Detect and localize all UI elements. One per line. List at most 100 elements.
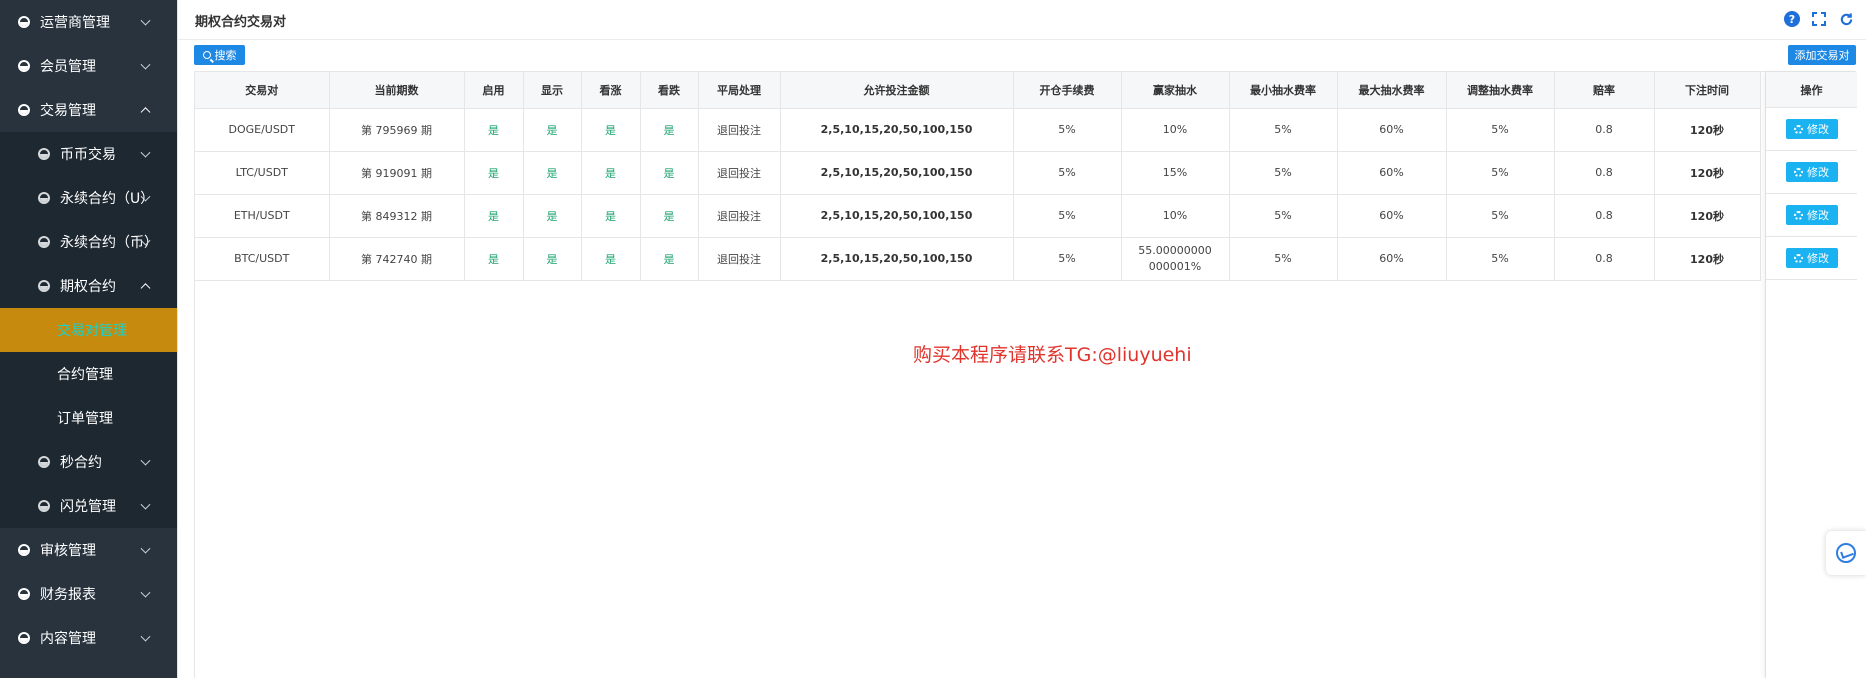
chevron-down-icon (140, 587, 151, 598)
column-header[interactable]: 看跌 (640, 72, 699, 109)
page-title: 期权合约交易对 (195, 15, 287, 30)
menu-icon (38, 192, 50, 204)
column-header[interactable]: 最大抽水费率 (1337, 72, 1447, 109)
sidebar-item-spot[interactable]: 币币交易 (0, 132, 177, 176)
chevron-up-icon (140, 107, 151, 118)
add-pair-button[interactable]: 添加交易对 (1788, 45, 1856, 65)
sidebar-item-label: 闪兑管理 (60, 499, 116, 515)
sidebar-item-second-contract[interactable]: 秒合约 (0, 440, 177, 484)
period-cell: 第 795969 期 (329, 108, 465, 152)
sidebar-item-label: 审核管理 (40, 543, 96, 559)
period-cell: 第 742740 期 (329, 237, 465, 281)
sidebar-item-members[interactable]: 会员管理 (0, 44, 177, 88)
min-rate-cell: 5% (1229, 237, 1338, 281)
sidebar-item-label: 交易对管理 (57, 323, 127, 339)
adj-rate-cell: 5% (1446, 237, 1555, 281)
sidebar-item-contracts[interactable]: 合约管理 (0, 352, 177, 396)
column-header[interactable]: 最小抽水费率 (1229, 72, 1338, 109)
adj-rate-cell: 5% (1446, 194, 1555, 238)
menu-icon (18, 632, 30, 644)
sidebar-item-label: 永续合约（U） (60, 191, 155, 207)
edit-button-label: 修改 (1807, 209, 1829, 222)
chevron-down-icon (140, 543, 151, 554)
column-header[interactable]: 调整抽水费率 (1446, 72, 1555, 109)
column-header[interactable]: 看涨 (581, 72, 641, 109)
menu-icon (18, 588, 30, 600)
sidebar-item-trading[interactable]: 交易管理 (0, 88, 177, 132)
min-rate-cell: 5% (1229, 194, 1338, 238)
enabled-cell: 是 (464, 108, 524, 152)
column-header: 操作 (1766, 72, 1857, 108)
fullscreen-icon[interactable] (1811, 11, 1827, 27)
help-icon[interactable]: ? (1784, 11, 1800, 27)
fee-cell: 5% (1013, 194, 1122, 238)
max-rate-cell: 60% (1337, 151, 1447, 195)
edit-button[interactable]: 修改 (1785, 162, 1838, 182)
ops-cell: 修改 (1766, 194, 1857, 237)
sidebar-item-orders[interactable]: 订单管理 (0, 396, 177, 440)
column-header[interactable]: 当前期数 (329, 72, 465, 109)
watermark-text: 购买本程序请联系TG:@liuyuehi (913, 344, 1192, 366)
sidebar-item-operators[interactable]: 运营商管理 (0, 0, 177, 44)
main-panel: 期权合约交易对 ? 搜索 添加交易对 交易对 当前期数 启用 显示 看涨 看跌 … (177, 0, 1866, 678)
column-header[interactable]: 开仓手续费 (1013, 72, 1122, 109)
sidebar: 运营商管理 会员管理 交易管理 币币交易 永续合约（U） 永续合约（币） 期权合… (0, 0, 177, 678)
sidebar-item-label: 币币交易 (60, 147, 116, 163)
sidebar-item-content[interactable]: 内容管理 (0, 616, 177, 660)
visible-cell: 是 (523, 151, 582, 195)
time-cell: 120秒 (1654, 151, 1761, 195)
min-rate-cell: 5% (1229, 108, 1338, 152)
rise-cell: 是 (581, 237, 641, 281)
max-rate-cell: 60% (1337, 108, 1447, 152)
chevron-down-icon (140, 499, 151, 510)
menu-icon (38, 280, 50, 292)
amounts-cell: 2,5,10,15,20,50,100,150 (780, 237, 1014, 281)
chevron-down-icon (140, 631, 151, 642)
column-header[interactable]: 下注时间 (1654, 72, 1761, 109)
column-header[interactable]: 显示 (523, 72, 582, 109)
visible-cell: 是 (523, 194, 582, 238)
sidebar-item-perpetual-u[interactable]: 永续合约（U） (0, 176, 177, 220)
visible-cell: 是 (523, 108, 582, 152)
edit-button[interactable]: 修改 (1785, 248, 1838, 268)
sidebar-item-flash-swap[interactable]: 闪兑管理 (0, 484, 177, 528)
column-header[interactable]: 启用 (464, 72, 524, 109)
column-header[interactable]: 平局处理 (698, 72, 781, 109)
refresh-icon[interactable] (1838, 11, 1854, 27)
edit-button[interactable]: 修改 (1785, 119, 1838, 139)
ops-cell: 修改 (1766, 108, 1857, 151)
table-row: ETH/USDT 第 849312 期 是 是 是 是 退回投注 2,5,10,… (195, 194, 1761, 238)
sidebar-item-label: 秒合约 (60, 455, 102, 471)
draw-cell: 退回投注 (698, 108, 781, 152)
fall-cell: 是 (640, 151, 699, 195)
gear-icon (1794, 124, 1803, 134)
floating-widget[interactable] (1826, 531, 1866, 575)
search-button[interactable]: 搜索 (194, 45, 245, 65)
amounts-cell: 2,5,10,15,20,50,100,150 (780, 151, 1014, 195)
menu-icon (38, 148, 50, 160)
column-header[interactable]: 交易对 (195, 72, 330, 109)
adj-rate-cell: 5% (1446, 108, 1555, 152)
rise-cell: 是 (581, 151, 641, 195)
chevron-up-icon (140, 283, 151, 294)
amounts-cell: 2,5,10,15,20,50,100,150 (780, 194, 1014, 238)
edit-button[interactable]: 修改 (1785, 205, 1838, 225)
sidebar-item-review[interactable]: 审核管理 (0, 528, 177, 572)
menu-icon (18, 104, 30, 116)
column-header[interactable]: 赢家抽水 (1121, 72, 1230, 109)
draw-cell: 退回投注 (698, 151, 781, 195)
sidebar-item-label: 内容管理 (40, 631, 96, 647)
draw-cell: 退回投注 (698, 237, 781, 281)
column-header[interactable]: 赔率 (1554, 72, 1655, 109)
sidebar-item-perpetual-coin[interactable]: 永续合约（币） (0, 220, 177, 264)
time-cell: 120秒 (1654, 108, 1761, 152)
column-header[interactable]: 允许投注金额 (780, 72, 1014, 109)
enabled-cell: 是 (464, 151, 524, 195)
sidebar-item-options[interactable]: 期权合约 (0, 264, 177, 308)
enabled-cell: 是 (464, 237, 524, 281)
sidebar-item-pairs[interactable]: 交易对管理 (0, 308, 177, 352)
odds-cell: 0.8 (1554, 108, 1655, 152)
sidebar-item-finance[interactable]: 财务报表 (0, 572, 177, 616)
header-actions: ? (1784, 11, 1854, 27)
rise-cell: 是 (581, 108, 641, 152)
